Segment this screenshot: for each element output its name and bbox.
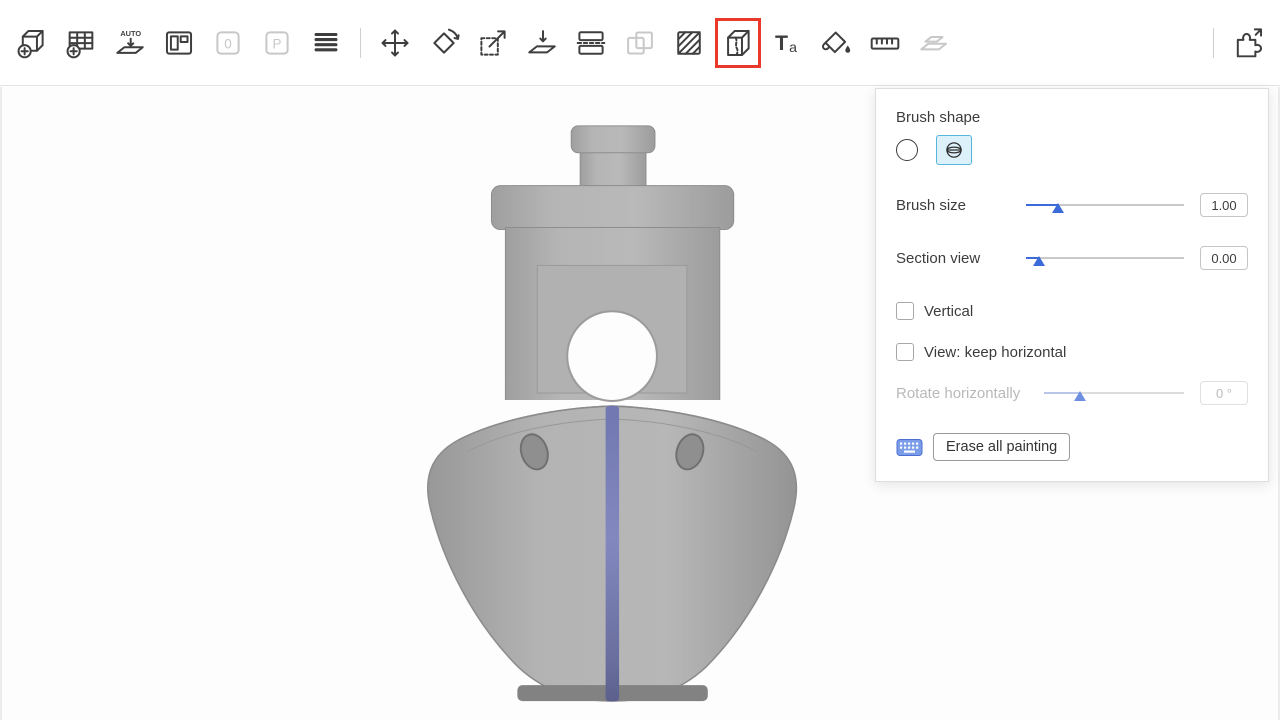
move-icon <box>378 26 412 60</box>
section-view-row: Section view 0.00 <box>896 244 1248 272</box>
assembly-button[interactable] <box>912 19 956 67</box>
svg-text:0: 0 <box>224 36 231 51</box>
brush-shape-label: Brush shape <box>896 109 980 126</box>
section-view-value[interactable]: 0.00 <box>1200 246 1248 270</box>
color-painting-icon <box>819 26 853 60</box>
layers-icon <box>309 26 343 60</box>
brush-size-slider[interactable] <box>1026 197 1184 213</box>
place-on-face-button[interactable] <box>520 19 564 67</box>
scale-icon <box>476 26 510 60</box>
svg-text:a: a <box>789 40 797 56</box>
brush-size-value[interactable]: 1.00 <box>1200 193 1248 217</box>
svg-text:T: T <box>775 31 788 55</box>
erase-all-painting-button[interactable]: Erase all painting <box>933 433 1070 461</box>
scale-button[interactable] <box>471 19 515 67</box>
erase-row: Erase all painting <box>896 433 1248 461</box>
text-tool-icon: T a <box>770 26 804 60</box>
arrange-button[interactable] <box>157 19 201 67</box>
support-painting-button[interactable] <box>667 19 711 67</box>
svg-text:P: P <box>273 36 282 51</box>
painted-seam-stripe[interactable] <box>606 406 619 701</box>
seam-painting-button[interactable] <box>716 19 760 67</box>
place-on-face-icon <box>525 26 559 60</box>
benchy-roof[interactable] <box>491 186 733 230</box>
add-plate-button[interactable] <box>59 19 103 67</box>
vertical-row: Vertical <box>896 297 1248 325</box>
toolbar-separator <box>360 28 361 58</box>
keep-horizontal-checkbox[interactable] <box>896 343 914 361</box>
text-tool-button[interactable]: T a <box>765 19 809 67</box>
rotate-horizontally-slider-thumb[interactable] <box>1074 391 1086 401</box>
section-view-label: Section view <box>896 250 980 267</box>
mesh-boolean-icon <box>623 26 657 60</box>
split-to-parts-button[interactable]: P <box>255 19 299 67</box>
arrange-icon <box>162 26 196 60</box>
variable-layer-height-button[interactable] <box>304 19 348 67</box>
rotate-horizontally-slider[interactable] <box>1044 385 1184 401</box>
color-painting-button[interactable] <box>814 19 858 67</box>
seam-painting-panel: Brush shape Brush size 1.00 Section view <box>875 88 1269 482</box>
cut-button[interactable] <box>569 19 613 67</box>
measure-icon <box>868 26 902 60</box>
app-window: AUTO 0 P <box>0 0 1280 720</box>
keep-horizontal-row: View: keep horizontal <box>896 338 1248 366</box>
add-plate-icon <box>64 26 98 60</box>
keep-horizontal-label: View: keep horizontal <box>924 344 1066 361</box>
benchy-chimney-collar[interactable] <box>571 126 655 153</box>
brush-shape-sphere-option[interactable] <box>936 135 972 165</box>
assembly-icon <box>917 26 951 60</box>
split-to-objects-icon: 0 <box>211 26 245 60</box>
add-object-button[interactable] <box>10 19 54 67</box>
brush-shape-circle-option[interactable] <box>896 139 918 161</box>
split-to-parts-icon: P <box>260 26 294 60</box>
brush-size-slider-thumb[interactable] <box>1052 203 1064 213</box>
plugin-button[interactable] <box>1226 19 1270 67</box>
vertical-label: Vertical <box>924 303 973 320</box>
add-cube-icon <box>15 26 49 60</box>
benchy-window[interactable] <box>567 311 657 401</box>
plugin-puzzle-icon <box>1231 26 1265 60</box>
svg-text:AUTO: AUTO <box>120 29 141 38</box>
rotate-horizontally-label: Rotate horizontally <box>896 385 1020 402</box>
rotate-horizontally-value[interactable]: 0 ° <box>1200 381 1248 405</box>
split-to-objects-button[interactable]: 0 <box>206 19 250 67</box>
support-painting-icon <box>672 26 706 60</box>
keyboard-shortcut-icon[interactable] <box>896 438 923 457</box>
rotate-button[interactable] <box>422 19 466 67</box>
section-view-slider[interactable] <box>1026 250 1184 266</box>
main-toolbar: AUTO 0 P <box>0 0 1280 86</box>
rotate-icon <box>427 26 461 60</box>
brush-shape-options <box>896 136 1248 164</box>
sphere-icon <box>944 140 964 160</box>
brush-shape-row: Brush shape <box>896 103 1248 131</box>
vertical-checkbox[interactable] <box>896 302 914 320</box>
seam-painting-icon <box>721 26 755 60</box>
cut-icon <box>574 26 608 60</box>
auto-orient-button[interactable]: AUTO <box>108 19 152 67</box>
toolbar-separator <box>1213 28 1214 58</box>
section-view-slider-thumb[interactable] <box>1033 256 1045 266</box>
brush-size-label: Brush size <box>896 197 966 214</box>
rotate-horizontally-row: Rotate horizontally 0 ° <box>896 379 1248 407</box>
auto-orient-icon: AUTO <box>113 26 147 60</box>
move-button[interactable] <box>373 19 417 67</box>
mesh-boolean-button[interactable] <box>618 19 662 67</box>
measure-button[interactable] <box>863 19 907 67</box>
brush-size-row: Brush size 1.00 <box>896 191 1248 219</box>
